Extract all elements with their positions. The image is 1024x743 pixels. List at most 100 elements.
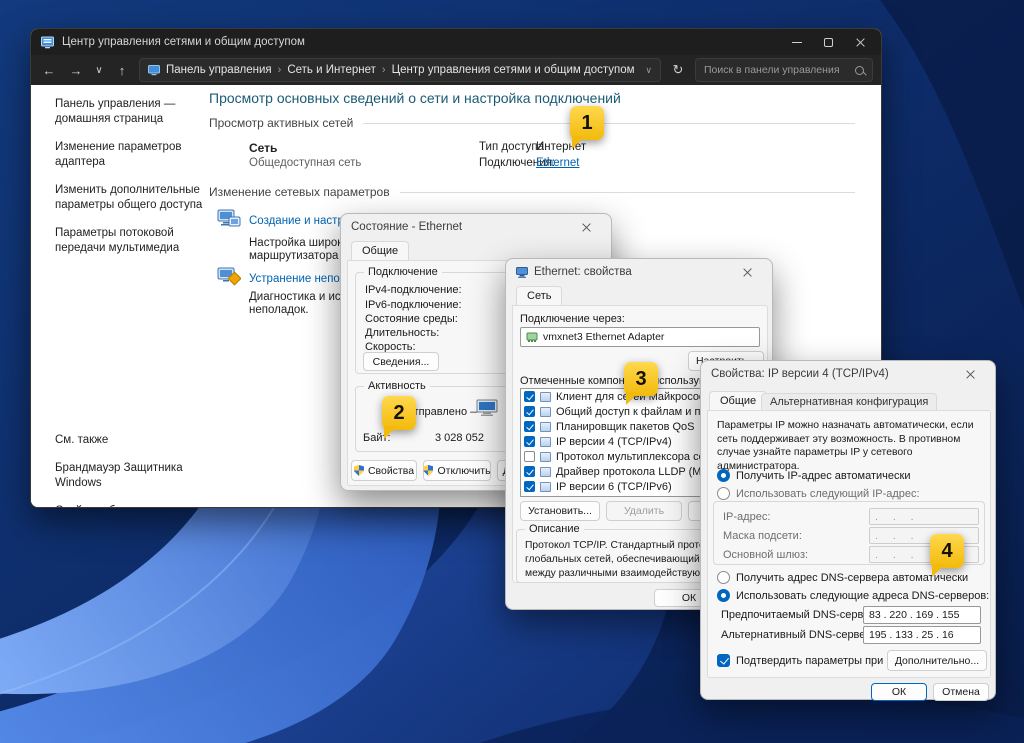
radio-manual-ip-label[interactable]: Использовать следующий IP-адрес: [736,488,920,500]
checkbox-unchecked-icon[interactable] [524,451,535,462]
status-dialog-title: Состояние - Ethernet [351,221,462,233]
checkbox-checked-icon[interactable] [524,466,535,477]
advanced-button-label: Дополнительно... [895,655,979,667]
duration-label: Длительность: [365,327,439,339]
breadcrumb-item-network-sharing[interactable]: Центр управления сетями и общим доступом [392,64,635,76]
breadcrumb[interactable]: Панель управления › Сеть и Интернет › Це… [139,58,661,82]
ipv6-connectivity-label: IPv6-подключение: [365,299,462,311]
connect-using-label: Подключение через: [520,313,625,325]
troubleshoot-icon [217,267,241,287]
chevron-right-icon: › [382,64,386,76]
radio-manual-dns[interactable] [717,589,730,602]
validate-settings-checkbox[interactable] [717,654,730,667]
preferred-dns-field[interactable]: 83 . 220 . 169 . 155 [863,606,981,624]
component-icon [540,407,551,417]
sidebar-item-firewall[interactable]: Брандмауэр Защитника Windows [55,461,207,491]
close-icon[interactable] [955,364,985,384]
breadcrumb-item-network-internet[interactable]: Сеть и Интернет [287,64,376,76]
step-marker-2: 2 [382,396,416,430]
uninstall-button-label: Удалить [624,505,664,517]
checkbox-checked-icon[interactable] [524,391,535,402]
ethernet-link[interactable]: Ethernet [536,157,579,169]
component-label: IP версии 6 (TCP/IPv6) [556,481,672,493]
component-icon [540,422,551,432]
search-input[interactable]: Поиск в панели управления [695,58,873,82]
network-adapter-icon [526,331,538,343]
ipv4-dialog-titlebar[interactable]: Свойства: IP версии 4 (TCP/IPv4) [701,361,995,387]
control-panel-icon [41,36,54,49]
section-active-networks: Просмотр активных сетей [209,116,855,130]
radio-manual-ip[interactable] [717,487,730,500]
page-title: Просмотр основных сведений о сети и наст… [209,90,621,106]
network-kind: Общедоступная сеть [249,157,361,169]
computer-icon [475,399,499,418]
radio-auto-dns[interactable] [717,571,730,584]
close-icon[interactable] [571,217,601,237]
radio-auto-ip-label[interactable]: Получить IP-адрес автоматически [736,470,910,482]
tab-general[interactable]: Общие [709,391,767,410]
see-also-header: См. также [55,433,207,448]
uninstall-button[interactable]: Удалить [606,501,682,521]
adapter-dialog-titlebar[interactable]: Ethernet: свойства [506,259,772,285]
checkbox-checked-icon[interactable] [524,436,535,447]
sidebar-item-adapter-settings[interactable]: Изменение параметров адаптера [55,140,207,170]
ip-address-label: IP-адрес: [723,511,770,523]
radio-auto-ip[interactable] [717,469,730,482]
refresh-icon[interactable]: ↻ [668,62,688,78]
install-button[interactable]: Установить... [520,501,600,521]
media-state-label: Состояние среды: [365,313,458,325]
alternate-dns-field[interactable]: 195 . 133 . 25 . 16 [863,626,981,644]
install-button-label: Установить... [528,505,592,517]
sidebar-item-media-streaming[interactable]: Параметры потоковой передачи мультимедиа [55,226,207,256]
adapter-name-field: vmxnet3 Ethernet Adapter [520,327,760,347]
ip-address-field[interactable]: . . . [869,508,979,525]
disable-button[interactable]: Отключить [423,460,491,481]
troubleshoot-desc-line2: неполадок. [249,304,309,316]
maximize-icon[interactable] [824,38,833,47]
component-icon [540,467,551,477]
back-icon[interactable]: ← [39,63,59,78]
tab-networking[interactable]: Сеть [516,286,562,305]
sidebar-item-advanced-sharing[interactable]: Изменить дополнительные параметры общего… [55,183,207,213]
adapter-dialog-title: Ethernet: свойства [534,266,632,278]
section-change-settings-label: Изменение сетевых параметров [209,185,390,199]
window-titlebar[interactable]: Центр управления сетями и общим доступом [31,29,881,55]
default-gateway-label: Основной шлюз: [723,549,808,561]
new-connection-icon [217,209,241,229]
close-icon[interactable] [732,262,762,282]
cancel-button[interactable]: Отмена [933,683,989,701]
close-icon[interactable] [855,37,865,47]
ok-button[interactable]: ОК [871,683,927,701]
search-icon[interactable] [855,66,864,75]
ipv4-intro-text: Параметры IP можно назначать автоматичес… [717,419,981,474]
alternate-dns-label: Альтернативный DNS-сервер: [721,629,875,641]
properties-button[interactable]: Свойства [351,460,417,481]
sent-label: Отправлено — [405,406,481,418]
ipv4-dialog-title: Свойства: IP версии 4 (TCP/IPv4) [711,368,889,380]
chevron-down-icon[interactable]: ∨ [645,65,652,76]
tab-general[interactable]: Общие [351,241,409,260]
disable-button-label: Отключить [437,465,490,477]
checkbox-checked-icon[interactable] [524,421,535,432]
advanced-button[interactable]: Дополнительно... [887,650,987,671]
description-group-label: Описание [525,523,584,535]
forward-icon[interactable]: → [66,63,86,78]
up-icon[interactable]: ↑ [112,63,132,78]
minimize-icon[interactable] [792,42,802,43]
breadcrumb-item-control-panel[interactable]: Панель управления [166,64,272,76]
adapter-name-value: vmxnet3 Ethernet Adapter [543,331,664,343]
sidebar-item-home[interactable]: Панель управления — домашняя страница [55,97,207,127]
details-button[interactable]: Сведения... [363,352,439,371]
history-dropdown-icon[interactable]: ∨ [93,65,105,76]
ok-button-label: ОК [682,592,696,604]
section-active-networks-label: Просмотр активных сетей [209,116,353,130]
checkbox-checked-icon[interactable] [524,481,535,492]
status-dialog-titlebar[interactable]: Состояние - Ethernet [341,214,611,240]
component-icon [540,392,551,402]
tab-alternate-configuration[interactable]: Альтернативная конфигурация [761,393,937,410]
ethernet-icon [516,267,528,278]
checkbox-checked-icon[interactable] [524,406,535,417]
radio-manual-dns-label[interactable]: Использовать следующие адреса DNS-сервер… [736,590,989,602]
sidebar-item-browser-options[interactable]: Свойства браузера [55,504,207,508]
subnet-mask-label: Маска подсети: [723,530,802,542]
